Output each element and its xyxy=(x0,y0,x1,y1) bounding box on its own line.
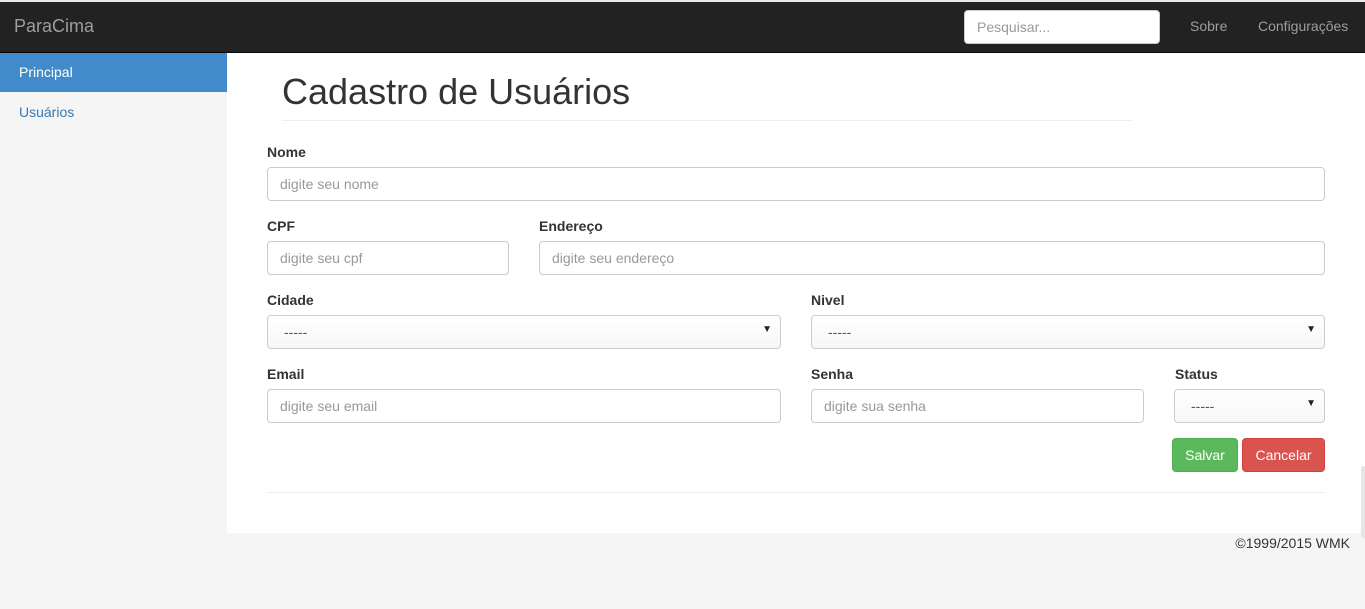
endereco-label: Endereço xyxy=(539,218,603,234)
sidebar-item-usuarios[interactable]: Usuários xyxy=(0,93,227,132)
footer-copyright: ©1999/2015 WMK xyxy=(1235,535,1350,551)
brand-logo-link[interactable]: ParaCima xyxy=(14,16,94,37)
scrollbar-handle[interactable] xyxy=(1361,466,1365,538)
nivel-select-value: ----- xyxy=(828,324,852,340)
sidebar: Principal Usuários xyxy=(0,53,227,533)
caret-down-icon: ▼ xyxy=(762,324,772,335)
page-header: Cadastro de Usuários xyxy=(282,70,1133,121)
email-label: Email xyxy=(267,366,305,382)
status-select-value: ----- xyxy=(1191,398,1215,414)
caret-down-icon: ▼ xyxy=(1306,324,1316,335)
nav-link-sobre[interactable]: Sobre xyxy=(1190,18,1227,34)
top-navbar: ParaCima Sobre Configurações xyxy=(0,0,1365,53)
cidade-select-value: ----- xyxy=(284,324,308,340)
cpf-label: CPF xyxy=(267,218,295,234)
nome-input[interactable] xyxy=(267,167,1325,201)
nome-label: Nome xyxy=(267,144,306,160)
sidebar-item-principal[interactable]: Principal xyxy=(0,53,227,92)
form-divider xyxy=(267,492,1325,493)
save-button[interactable]: Salvar xyxy=(1172,438,1238,472)
caret-down-icon: ▼ xyxy=(1306,398,1316,409)
nav-link-configuracoes[interactable]: Configurações xyxy=(1258,18,1348,34)
cidade-label: Cidade xyxy=(267,292,314,308)
status-label: Status xyxy=(1175,366,1218,382)
cpf-input[interactable] xyxy=(267,241,509,275)
search-input[interactable] xyxy=(964,10,1160,44)
nivel-select[interactable]: ----- ▼ xyxy=(811,315,1325,349)
cancel-button[interactable]: Cancelar xyxy=(1242,438,1325,472)
senha-input[interactable] xyxy=(811,389,1144,423)
cidade-select[interactable]: ----- ▼ xyxy=(267,315,781,349)
page-title: Cadastro de Usuários xyxy=(282,71,631,112)
email-input[interactable] xyxy=(267,389,781,423)
senha-label: Senha xyxy=(811,366,854,382)
main-content: Cadastro de Usuários Nome CPF Endereço C… xyxy=(227,53,1365,533)
nivel-label: Nivel xyxy=(811,292,845,308)
endereco-input[interactable] xyxy=(539,241,1325,275)
status-select[interactable]: ----- ▼ xyxy=(1174,389,1325,423)
